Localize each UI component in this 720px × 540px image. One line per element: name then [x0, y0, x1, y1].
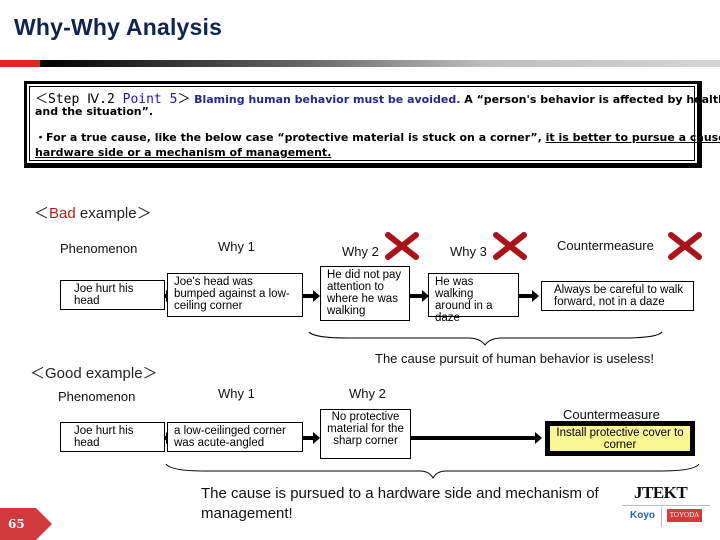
- x-mark-icon: [493, 232, 527, 260]
- x-mark-icon: [668, 232, 702, 260]
- page-title: Why-Why Analysis: [14, 14, 223, 40]
- rule-line-2: and the situation”.: [35, 104, 153, 118]
- toyoda-logo: TOYODA: [667, 509, 702, 522]
- bad-box-why1: Joe's head was bumped against a low-ceil…: [167, 273, 303, 317]
- bad-col-countermeasure: Countermeasure: [557, 238, 654, 253]
- heading-bracket-open: ＜: [34, 205, 50, 222]
- good-col-why2: Why 2: [349, 386, 386, 401]
- good-col-why1: Why 1: [218, 386, 255, 401]
- affected-text-cont: and the situation”.: [35, 105, 153, 118]
- title-divider: [40, 60, 720, 67]
- arrow-icon: [411, 432, 542, 444]
- brace-icon: [308, 331, 663, 346]
- bad-example-note: The cause pursuit of human behavior is u…: [375, 351, 654, 366]
- good-box-why1: a low-ceilinged corner was acute-angled: [167, 422, 303, 452]
- rule-box: ＜Step Ⅳ.2 Point 5＞ Blaming human behavio…: [24, 81, 720, 168]
- good-col-phenomenon: Phenomenon: [58, 389, 136, 404]
- step-close: ＞: [177, 92, 191, 107]
- bad-box-phenomenon: Joe hurt his head: [60, 280, 165, 310]
- title-accent-bar: [0, 60, 40, 67]
- page-number: 65: [8, 517, 25, 531]
- arrow-icon: [303, 432, 320, 444]
- logo-vertical-divider: [661, 507, 662, 527]
- x-mark-icon: [385, 232, 419, 260]
- good-box-phenomenon: Joe hurt his head: [60, 422, 165, 452]
- good-box-countermeasure: Install protective cover to corner: [545, 421, 695, 456]
- good-example-heading: ＜Good example＞: [30, 365, 158, 382]
- bad-col-why3: Why 3: [450, 244, 487, 259]
- rule-line-3: ・For a true cause, like the below case “…: [35, 129, 720, 145]
- good-col-countermeasure: Countermeasure: [563, 407, 660, 422]
- arrow-icon: [519, 290, 539, 302]
- jtekt-logo: JTEKT: [634, 483, 688, 502]
- bullet-text: ・For a true cause, like the below case “…: [35, 131, 546, 144]
- bullet-underlined-2: hardware side or a mechanism of manageme…: [35, 146, 332, 159]
- bad-col-why1: Why 1: [218, 239, 255, 254]
- arrow-icon: [410, 290, 429, 302]
- arrow-icon: [303, 290, 320, 302]
- good-box-why2: No protective material for the sharp cor…: [320, 409, 411, 459]
- rule-line-4: hardware side or a mechanism of manageme…: [35, 145, 331, 159]
- bullet-underlined-1: it is better to pursue a cause to a: [545, 131, 720, 144]
- bad-col-phenomenon: Phenomenon: [60, 241, 138, 256]
- bad-box-why3: He was walking around in a daze: [428, 273, 519, 324]
- koyo-logo: Koyo: [630, 510, 655, 521]
- bad-example-heading: ＜Bad example＞: [34, 202, 152, 223]
- bad-col-why2: Why 2: [342, 244, 379, 259]
- heading-rest: example＞: [75, 205, 152, 222]
- bad-box-countermeasure: Always be careful to walk forward, not i…: [541, 281, 694, 311]
- good-example-note: The cause is pursued to a hardware side …: [201, 485, 599, 522]
- heading-bad-word: Bad: [49, 205, 76, 222]
- blaming-text: Blaming human behavior must be avoided.: [194, 93, 461, 106]
- affected-text: A “person's behavior is affected by heal…: [460, 93, 720, 106]
- logo-divider: [622, 505, 710, 506]
- brace-icon: [165, 463, 700, 480]
- bad-box-why2: He did not pay attention to where he was…: [320, 266, 410, 321]
